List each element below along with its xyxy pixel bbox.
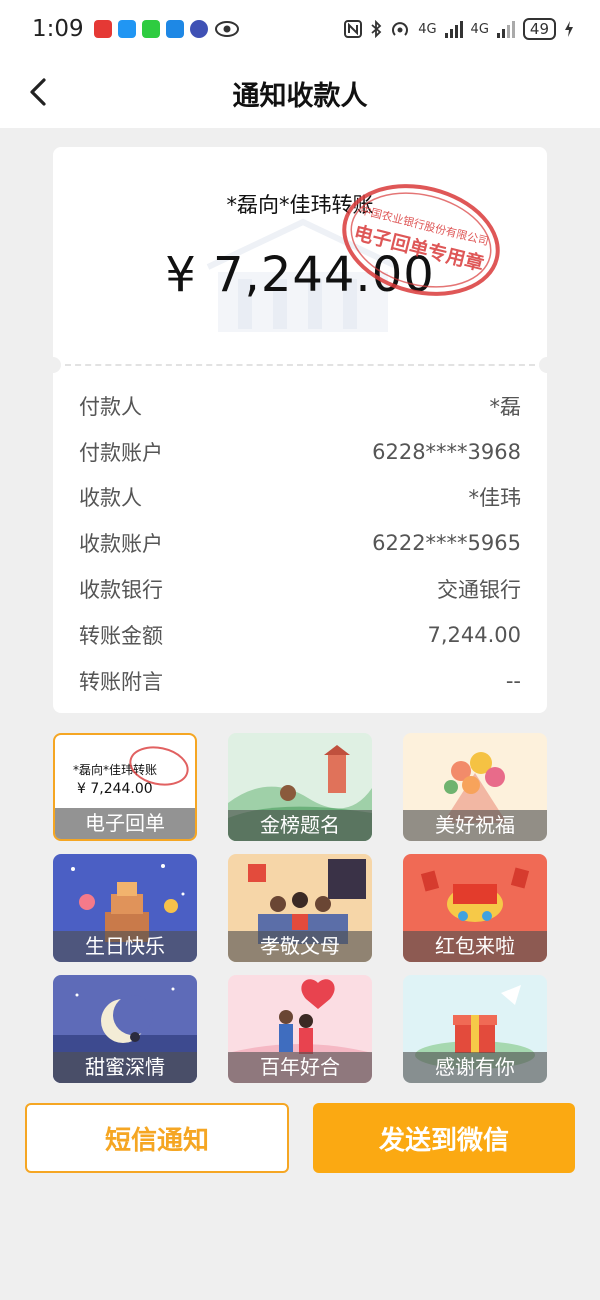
hotspot-icon <box>392 22 409 36</box>
detail-row: 收款银行 交通银行 <box>79 566 521 612</box>
detail-value: -- <box>505 668 521 693</box>
detail-value: 交通银行 <box>437 578 521 603</box>
bank-app-icon <box>165 20 184 38</box>
receipt-card: *磊向*佳玮转账 ¥ 7,244.00 中国农业银行股份有限公司 电子回单专用章… <box>53 147 547 713</box>
battery-icon: 49 <box>522 18 556 40</box>
template-e-receipt[interactable]: *磊向*佳玮转账 ¥ 7,244.00 电子回单 <box>53 733 197 841</box>
template-label: 生日快乐 <box>53 931 197 962</box>
nfc-icon <box>344 20 363 38</box>
detail-row: 付款账户 6228****3968 <box>79 429 521 475</box>
chevron-left-icon <box>30 78 46 106</box>
receipt-details: 付款人 *磊 付款账户 6228****3968 收款人 *佳玮 收款账户 6222**… <box>79 383 521 704</box>
detail-label: 转账附言 <box>79 669 163 694</box>
back-button[interactable] <box>20 72 60 112</box>
detail-label: 收款人 <box>79 486 142 511</box>
template-honor-parents[interactable]: 孝敬父母 <box>228 854 372 962</box>
template-best-wishes[interactable]: 美好祝福 <box>403 733 547 841</box>
network-label-b: 4G <box>470 21 489 37</box>
detail-row: 收款账户 6222****5965 <box>79 520 521 566</box>
signal-icon <box>444 20 463 38</box>
template-label: 百年好合 <box>228 1052 372 1083</box>
template-exam-success[interactable]: 金榜题名 <box>228 733 372 841</box>
charging-icon <box>565 21 573 37</box>
detail-label: 转账金额 <box>79 623 163 648</box>
template-label: 电子回单 <box>55 808 195 839</box>
detail-row: 转账金额 7,244.00 <box>79 612 521 658</box>
notification-icons <box>93 20 240 38</box>
template-sweet-love[interactable]: 甜蜜深情 <box>53 975 197 1083</box>
template-label: 感谢有你 <box>403 1052 547 1083</box>
music-app-icon <box>189 20 208 38</box>
template-thanks[interactable]: 感谢有你 <box>403 975 547 1083</box>
detail-value: *佳玮 <box>468 486 522 511</box>
page-title: 通知收款人 <box>232 80 368 112</box>
bluetooth-icon <box>371 20 382 38</box>
status-right: 4G 4G 49 <box>344 18 574 40</box>
template-label: 孝敬父母 <box>228 931 372 962</box>
status-time: 1:09 <box>32 16 84 42</box>
template-birthday[interactable]: 生日快乐 <box>53 854 197 962</box>
template-red-envelope[interactable]: 红包来啦 <box>403 854 547 962</box>
signal-icon-2 <box>496 20 515 38</box>
template-label: 金榜题名 <box>228 810 372 841</box>
template-wedding[interactable]: 百年好合 <box>228 975 372 1083</box>
message-app-icon <box>117 20 136 38</box>
detail-value: 7,244.00 <box>427 622 521 647</box>
bank-stamp: 中国农业银行股份有限公司 电子回单专用章 <box>342 184 500 296</box>
detail-label: 付款账户 <box>79 440 163 465</box>
detail-value: 6228****3968 <box>372 439 521 464</box>
network-label-a: 4G <box>418 21 437 37</box>
sms-notify-button[interactable]: 短信通知 <box>25 1103 289 1173</box>
ticket-notch-left <box>53 357 61 373</box>
detail-value: *磊 <box>489 394 522 419</box>
mini-stamp-icon <box>129 746 189 786</box>
eye-icon <box>214 21 239 37</box>
detail-value: 6222****5965 <box>372 531 521 556</box>
detail-label: 收款账户 <box>79 532 163 557</box>
huawei-app-icon <box>93 20 112 38</box>
detail-row: 转账附言 -- <box>79 658 521 704</box>
template-label: 甜蜜深情 <box>53 1052 197 1083</box>
send-to-wechat-button[interactable]: 发送到微信 <box>313 1103 575 1173</box>
template-label: 美好祝福 <box>403 810 547 841</box>
status-bar: 1:09 4G 4G 49 <box>0 0 600 58</box>
detail-row: 付款人 *磊 <box>79 383 521 429</box>
detail-row: 收款人 *佳玮 <box>79 475 521 521</box>
wechat-app-icon <box>141 20 160 38</box>
ticket-notch-right <box>539 357 547 373</box>
template-label: 红包来啦 <box>403 931 547 962</box>
detail-label: 收款银行 <box>79 578 163 603</box>
nav-bar: 通知收款人 <box>0 58 600 128</box>
dashed-divider <box>65 364 535 366</box>
detail-label: 付款人 <box>79 394 142 419</box>
